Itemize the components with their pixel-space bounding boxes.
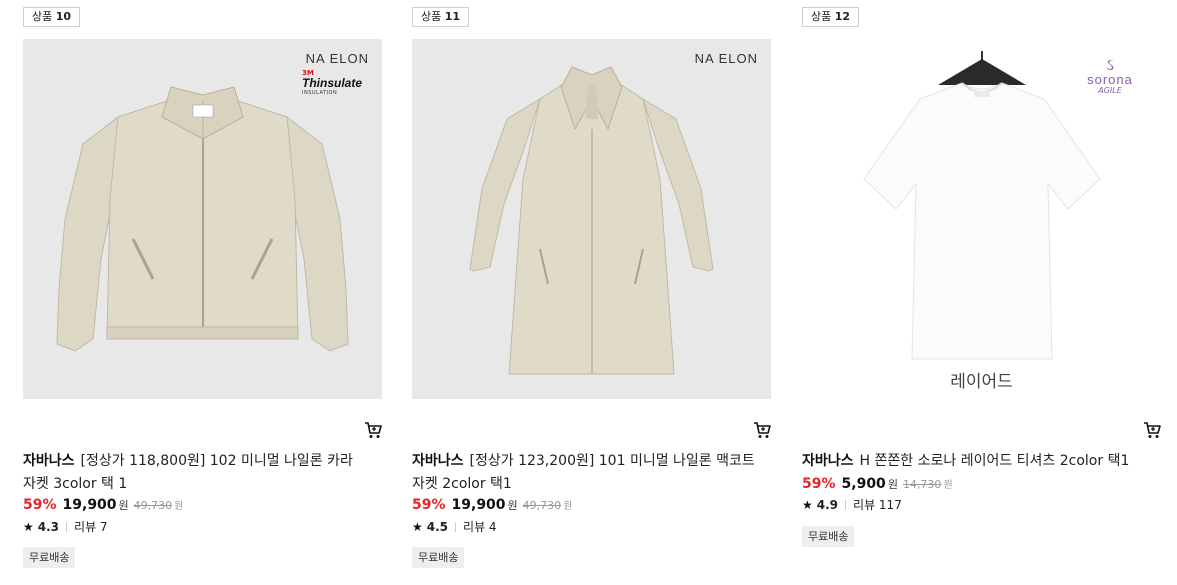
product-card-10[interactable]: 상품 10 NA ELON 3M Thinsulate INSULATION 자…	[23, 0, 383, 585]
review-count: 리뷰 7	[74, 520, 108, 534]
thinsulate-logo: 3M Thinsulate INSULATION	[302, 69, 363, 96]
rating-row: ★ 4.9 리뷰 117	[802, 496, 902, 513]
divider	[455, 522, 457, 532]
sale-price: 5,900	[841, 476, 886, 492]
rating-score: 4.5	[426, 520, 449, 534]
coat-image	[469, 66, 714, 375]
brand-name: 자바나스	[23, 453, 75, 469]
divider	[66, 522, 68, 532]
product-number-tag: 상품 12	[802, 7, 860, 27]
rating-row: ★ 4.5 리뷰 4	[412, 518, 497, 535]
product-title[interactable]: 자바나스 [정상가 123,200원] 101 미니멀 나일론 맥코트 자켓 2c…	[412, 450, 772, 496]
discount-rate: 59%	[23, 497, 57, 513]
sorona-logo: ઽ sorona AGILE	[1087, 55, 1133, 95]
cart-icon[interactable]	[1142, 420, 1162, 440]
sale-price: 19,900	[451, 497, 506, 513]
brand-name: 자바나스	[802, 453, 854, 469]
rating-score: 4.3	[37, 520, 60, 534]
discount-rate: 59%	[412, 497, 446, 513]
star-icon: ★	[412, 520, 423, 534]
original-price: 14,730	[902, 478, 942, 491]
image-caption: 레이어드	[950, 372, 1013, 392]
product-image[interactable]: NA ELON	[412, 39, 771, 399]
cart-icon[interactable]	[752, 420, 772, 440]
review-count: 리뷰 117	[853, 498, 902, 512]
review-count: 리뷰 4	[463, 520, 497, 534]
discount-rate: 59%	[802, 476, 836, 492]
product-title[interactable]: 자바나스 [정상가 118,800원] 102 미니멀 나일론 카라 자켓 3co…	[23, 450, 383, 496]
product-title[interactable]: 자바나스 H 쫀쫀한 소로나 레이어드 티셔츠 2color 택1	[802, 450, 1162, 473]
original-price: 49,730	[522, 499, 562, 512]
divider	[845, 500, 847, 510]
star-icon: ★	[802, 498, 813, 512]
product-card-11[interactable]: 상품 11 NA ELON 자바나스 [정상가 123,200원] 101 미니멀…	[412, 0, 772, 585]
free-shipping-badge: 무료배송	[412, 547, 465, 568]
product-image[interactable]: ઽ sorona AGILE 레이어드	[802, 39, 1161, 399]
product-number-tag: 상품 11	[412, 7, 470, 27]
product-number-tag: 상품 10	[23, 7, 81, 27]
brand-mark: NA ELON	[305, 51, 369, 66]
free-shipping-badge: 무료배송	[802, 526, 855, 547]
product-card-12[interactable]: 상품 12 ઽ sorona AGILE 레이어드 자바나스 H 쫀쫀한 소로나 …	[802, 0, 1162, 585]
product-image[interactable]: NA ELON 3M Thinsulate INSULATION	[23, 39, 382, 399]
cart-icon[interactable]	[363, 420, 383, 440]
star-icon: ★	[23, 520, 34, 534]
price-row: 59% 19,900 원 49,730 원	[23, 497, 184, 513]
rating-score: 4.9	[816, 498, 839, 512]
price-row: 59% 19,900 원 49,730 원	[412, 497, 573, 513]
brand-name: 자바나스	[412, 453, 464, 469]
free-shipping-badge: 무료배송	[23, 547, 76, 568]
product-name: H 쫀쫀한 소로나 레이어드 티셔츠 2color 택1	[859, 453, 1130, 469]
original-price: 49,730	[133, 499, 173, 512]
brand-mark: NA ELON	[694, 51, 758, 66]
rating-row: ★ 4.3 리뷰 7	[23, 518, 108, 535]
sale-price: 19,900	[62, 497, 117, 513]
price-row: 59% 5,900 원 14,730 원	[802, 476, 953, 492]
